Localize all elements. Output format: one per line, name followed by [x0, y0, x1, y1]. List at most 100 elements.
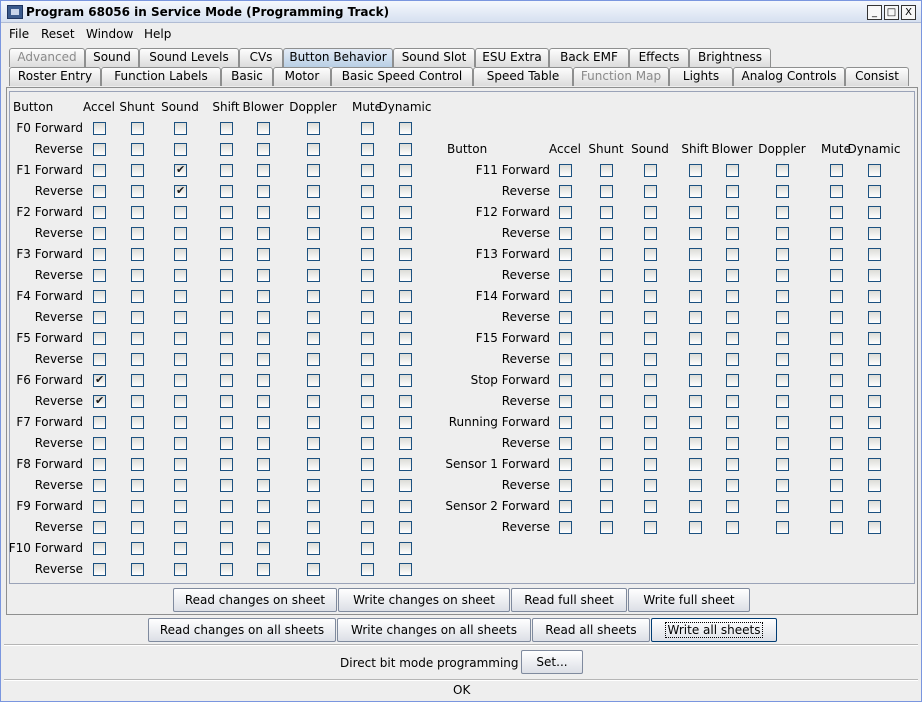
blower-checkbox[interactable] [257, 374, 270, 387]
minimize-button[interactable]: _ [867, 5, 882, 20]
accel-checkbox[interactable] [559, 374, 572, 387]
blower-checkbox[interactable] [726, 311, 739, 324]
sound-checkbox[interactable] [644, 395, 657, 408]
shunt-checkbox[interactable] [600, 416, 613, 429]
mute-checkbox[interactable] [361, 437, 374, 450]
maximize-button[interactable]: □ [884, 5, 899, 20]
sound-checkbox[interactable] [174, 184, 187, 198]
write-full-sheet-button[interactable]: Write full sheet [628, 588, 750, 612]
accel-checkbox[interactable] [559, 353, 572, 366]
doppler-checkbox[interactable] [776, 374, 789, 387]
sound-checkbox[interactable] [644, 185, 657, 198]
blower-checkbox[interactable] [726, 332, 739, 345]
shift-checkbox[interactable] [220, 332, 233, 345]
shift-checkbox[interactable] [220, 458, 233, 471]
sound-checkbox[interactable] [174, 563, 187, 576]
accel-checkbox[interactable] [93, 458, 106, 471]
tab-roster-entry[interactable]: Roster Entry [9, 67, 101, 86]
mute-checkbox[interactable] [361, 479, 374, 492]
blower-checkbox[interactable] [257, 521, 270, 534]
doppler-checkbox[interactable] [776, 479, 789, 492]
dynamic-checkbox[interactable] [399, 332, 412, 345]
accel-checkbox[interactable] [93, 542, 106, 555]
doppler-checkbox[interactable] [776, 395, 789, 408]
dynamic-checkbox[interactable] [868, 185, 881, 198]
shift-checkbox[interactable] [220, 290, 233, 303]
doppler-checkbox[interactable] [776, 521, 789, 534]
accel-checkbox[interactable] [559, 332, 572, 345]
doppler-checkbox[interactable] [307, 227, 320, 240]
shift-checkbox[interactable] [689, 290, 702, 303]
sound-checkbox[interactable] [644, 206, 657, 219]
blower-checkbox[interactable] [257, 227, 270, 240]
mute-checkbox[interactable] [361, 248, 374, 261]
shift-checkbox[interactable] [220, 374, 233, 387]
mute-checkbox[interactable] [361, 374, 374, 387]
doppler-checkbox[interactable] [776, 269, 789, 282]
shunt-checkbox[interactable] [600, 479, 613, 492]
sound-checkbox[interactable] [174, 163, 187, 177]
shift-checkbox[interactable] [220, 164, 233, 177]
tab-function-labels[interactable]: Function Labels [101, 67, 221, 86]
mute-checkbox[interactable] [361, 206, 374, 219]
sound-checkbox[interactable] [174, 143, 187, 156]
sound-checkbox[interactable] [174, 311, 187, 324]
shift-checkbox[interactable] [220, 521, 233, 534]
doppler-checkbox[interactable] [307, 269, 320, 282]
accel-checkbox[interactable] [93, 521, 106, 534]
sound-checkbox[interactable] [644, 500, 657, 513]
shunt-checkbox[interactable] [131, 269, 144, 282]
dynamic-checkbox[interactable] [868, 395, 881, 408]
shift-checkbox[interactable] [689, 206, 702, 219]
shunt-checkbox[interactable] [600, 374, 613, 387]
accel-checkbox[interactable] [93, 290, 106, 303]
dynamic-checkbox[interactable] [868, 290, 881, 303]
dynamic-checkbox[interactable] [399, 416, 412, 429]
mute-checkbox[interactable] [830, 458, 843, 471]
sound-checkbox[interactable] [174, 122, 187, 135]
tab-consist[interactable]: Consist [845, 67, 909, 86]
sound-checkbox[interactable] [174, 290, 187, 303]
dynamic-checkbox[interactable] [868, 353, 881, 366]
mute-checkbox[interactable] [361, 500, 374, 513]
accel-checkbox[interactable] [93, 269, 106, 282]
dynamic-checkbox[interactable] [399, 437, 412, 450]
accel-checkbox[interactable] [559, 458, 572, 471]
shift-checkbox[interactable] [689, 395, 702, 408]
mute-checkbox[interactable] [361, 164, 374, 177]
dynamic-checkbox[interactable] [399, 248, 412, 261]
mute-checkbox[interactable] [361, 521, 374, 534]
doppler-checkbox[interactable] [776, 416, 789, 429]
blower-checkbox[interactable] [257, 206, 270, 219]
mute-checkbox[interactable] [830, 206, 843, 219]
accel-checkbox[interactable] [559, 311, 572, 324]
accel-checkbox[interactable] [559, 164, 572, 177]
tab-brightness[interactable]: Brightness [689, 48, 771, 67]
shunt-checkbox[interactable] [131, 290, 144, 303]
doppler-checkbox[interactable] [307, 374, 320, 387]
write-changes-on-all-sheets-button[interactable]: Write changes on all sheets [337, 618, 531, 642]
blower-checkbox[interactable] [257, 122, 270, 135]
sound-checkbox[interactable] [644, 290, 657, 303]
sound-checkbox[interactable] [644, 332, 657, 345]
shunt-checkbox[interactable] [131, 185, 144, 198]
mute-checkbox[interactable] [830, 269, 843, 282]
shunt-checkbox[interactable] [600, 164, 613, 177]
read-all-sheets-button[interactable]: Read all sheets [532, 618, 650, 642]
dynamic-checkbox[interactable] [868, 437, 881, 450]
shift-checkbox[interactable] [689, 479, 702, 492]
shunt-checkbox[interactable] [131, 395, 144, 408]
shunt-checkbox[interactable] [131, 143, 144, 156]
doppler-checkbox[interactable] [776, 458, 789, 471]
shunt-checkbox[interactable] [131, 164, 144, 177]
doppler-checkbox[interactable] [307, 185, 320, 198]
accel-checkbox[interactable] [559, 437, 572, 450]
mute-checkbox[interactable] [361, 542, 374, 555]
sound-checkbox[interactable] [644, 437, 657, 450]
accel-checkbox[interactable] [93, 248, 106, 261]
sound-checkbox[interactable] [174, 395, 187, 408]
dynamic-checkbox[interactable] [868, 164, 881, 177]
doppler-checkbox[interactable] [776, 332, 789, 345]
tab-sound-slot[interactable]: Sound Slot [393, 48, 475, 67]
tab-analog-controls[interactable]: Analog Controls [733, 67, 845, 86]
